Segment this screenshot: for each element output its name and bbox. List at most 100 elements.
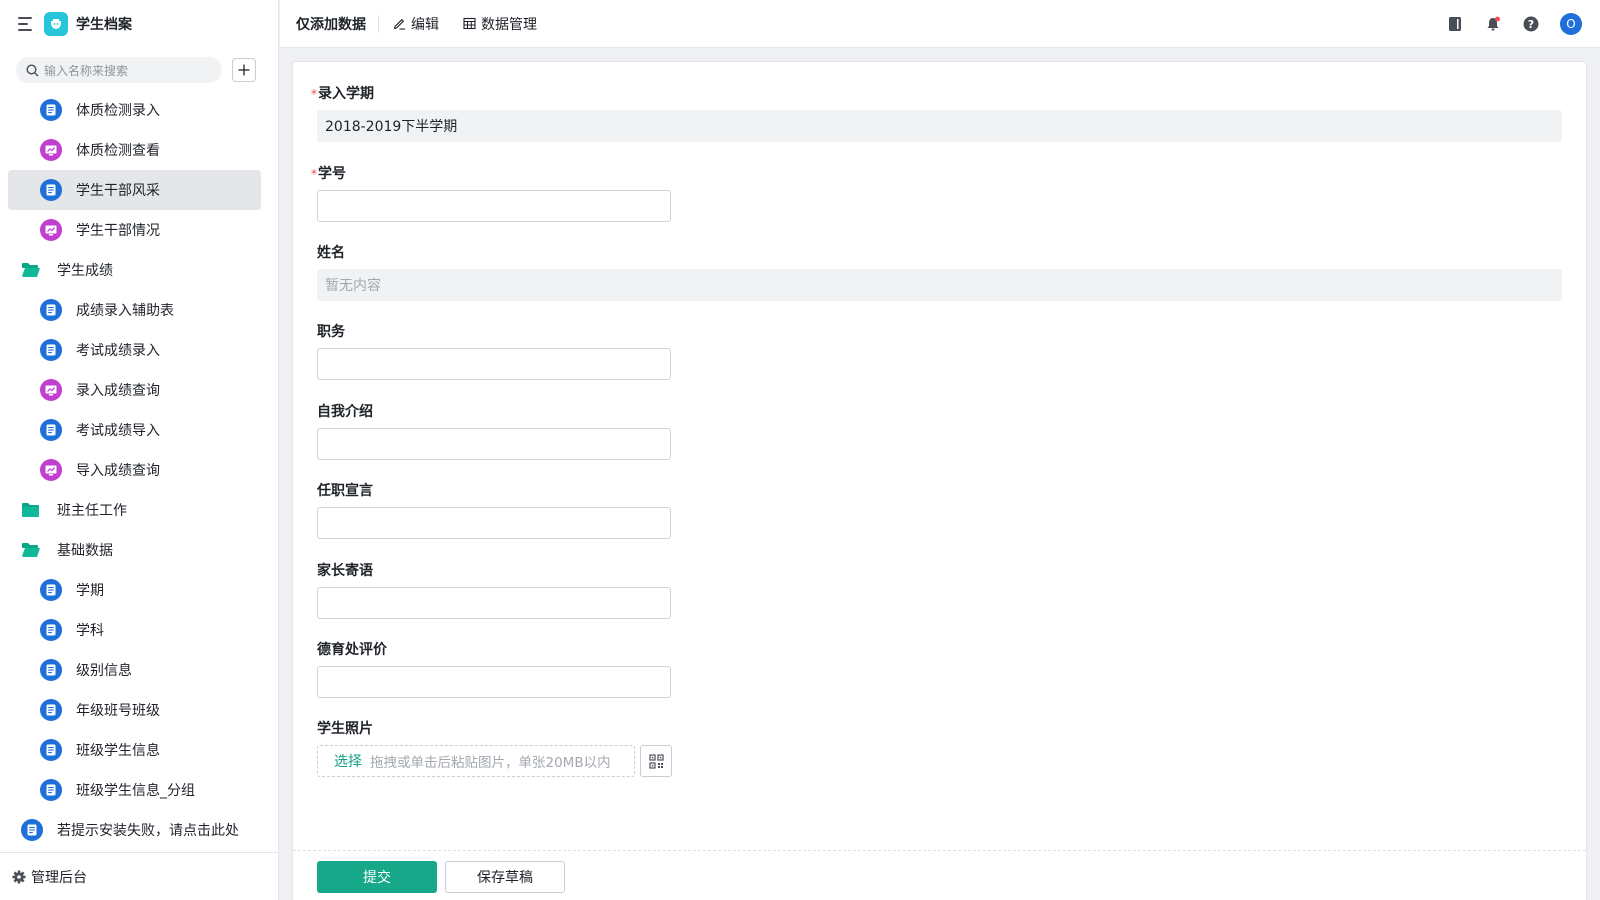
field-parent-message: 家长寄语 bbox=[317, 561, 671, 619]
sidebar-item[interactable]: 考试成绩导入 bbox=[8, 410, 261, 450]
report-icon bbox=[40, 219, 62, 241]
form-icon bbox=[40, 779, 62, 801]
toolbar-right-actions: ? O bbox=[1428, 0, 1582, 48]
sidebar-item[interactable]: 学期 bbox=[8, 570, 261, 610]
form-icon bbox=[40, 579, 62, 601]
save-draft-button[interactable]: 保存草稿 bbox=[445, 861, 565, 893]
photo-select-link[interactable]: 选择 bbox=[334, 751, 362, 771]
sidebar: 学生档案 输入名称来搜索 体质检测录入 体质检测查看 学生干部风采学生干部情况学生成… bbox=[0, 0, 279, 900]
notifications-button[interactable] bbox=[1482, 13, 1504, 35]
add-item-button[interactable] bbox=[232, 58, 256, 82]
sidebar-item-label: 学生干部风采 bbox=[76, 183, 160, 199]
sidebar-item-label: 班主任工作 bbox=[57, 503, 127, 519]
form-icon bbox=[21, 819, 43, 841]
intro-input[interactable] bbox=[317, 428, 671, 460]
search-placeholder: 输入名称来搜索 bbox=[44, 63, 129, 78]
form-icon bbox=[40, 699, 62, 721]
sidebar-item-label: 学科 bbox=[76, 623, 104, 639]
view-title: 仅添加数据 bbox=[296, 16, 366, 33]
sidebar-item-label: 考试成绩录入 bbox=[76, 343, 160, 359]
sidebar-item[interactable]: 级别信息 bbox=[8, 650, 261, 690]
bell-icon bbox=[1487, 16, 1500, 31]
sidebar-item[interactable]: 录入成绩查询 bbox=[8, 370, 261, 410]
form-icon bbox=[40, 299, 62, 321]
parent-message-label: 家长寄语 bbox=[317, 563, 373, 579]
app-logo-icon bbox=[44, 12, 68, 36]
form-icon bbox=[40, 739, 62, 761]
user-avatar[interactable]: O bbox=[1560, 13, 1582, 35]
photo-upload-dropzone[interactable]: 选择 拖拽或单击后粘贴图片，单张20MB以内 bbox=[317, 745, 635, 777]
sidebar-item-label: 体质检测查看 bbox=[76, 143, 160, 159]
sidebar-item[interactable]: 班主任工作 bbox=[8, 490, 261, 530]
help-button[interactable]: ? bbox=[1520, 13, 1542, 35]
student-id-input[interactable] bbox=[317, 190, 671, 222]
folder-open-icon bbox=[21, 542, 41, 558]
sidebar-item-label: 学生成绩 bbox=[57, 263, 113, 279]
sidebar-item[interactable]: 导入成绩查询 bbox=[8, 450, 261, 490]
sidebar-item[interactable]: 若提示安装失败，请点击此处 bbox=[8, 810, 261, 850]
form-icon bbox=[40, 99, 62, 121]
table-icon bbox=[463, 17, 476, 30]
field-declaration: 任职宣言 bbox=[317, 481, 671, 539]
folder-icon bbox=[21, 502, 41, 518]
sidebar-item[interactable]: 体质检测查看 bbox=[8, 130, 261, 170]
edit-label: 编辑 bbox=[411, 16, 439, 33]
qr-code-icon bbox=[648, 753, 664, 769]
data-manage-label: 数据管理 bbox=[481, 16, 537, 33]
report-icon bbox=[40, 459, 62, 481]
sidebar-item[interactable]: 体质检测录入 bbox=[8, 90, 261, 130]
notebook-icon bbox=[1449, 17, 1461, 31]
form-footer-divider bbox=[293, 850, 1586, 851]
required-mark: * bbox=[311, 87, 317, 101]
declaration-label: 任职宣言 bbox=[317, 483, 373, 499]
position-input[interactable] bbox=[317, 348, 671, 380]
sidebar-header: 学生档案 bbox=[0, 0, 278, 48]
sidebar-item-label: 考试成绩导入 bbox=[76, 423, 160, 439]
svg-text:?: ? bbox=[1528, 18, 1534, 31]
sidebar-search-input[interactable]: 输入名称来搜索 bbox=[16, 57, 222, 83]
sidebar-item-label: 班级学生信息_分组 bbox=[76, 783, 195, 799]
photo-label: 学生照片 bbox=[317, 721, 373, 737]
term-value: 2018-2019下半学期 bbox=[317, 110, 1562, 142]
intro-label: 自我介绍 bbox=[317, 404, 373, 420]
qr-upload-button[interactable] bbox=[640, 745, 672, 777]
sidebar-item-label: 基础数据 bbox=[57, 543, 113, 559]
sidebar-item[interactable]: 学生干部情况 bbox=[8, 210, 261, 250]
sidebar-item-label: 级别信息 bbox=[76, 663, 132, 679]
moral-review-label: 德育处评价 bbox=[317, 642, 387, 658]
sidebar-item-label: 体质检测录入 bbox=[76, 103, 160, 119]
submit-button[interactable]: 提交 bbox=[317, 861, 437, 893]
menu-toggle-icon[interactable] bbox=[18, 17, 34, 31]
sidebar-item-label: 导入成绩查询 bbox=[76, 463, 160, 479]
pencil-icon bbox=[393, 18, 405, 30]
sidebar-item[interactable]: 班级学生信息_分组 bbox=[8, 770, 261, 810]
name-value: 暂无内容 bbox=[317, 269, 1562, 301]
sidebar-item[interactable]: 年级班号班级 bbox=[8, 690, 261, 730]
sidebar-item[interactable]: 考试成绩录入 bbox=[8, 330, 261, 370]
term-label: 录入学期 bbox=[318, 86, 374, 102]
admin-console-link[interactable]: 管理后台 bbox=[0, 852, 278, 900]
data-manage-button[interactable]: 数据管理 bbox=[463, 14, 537, 34]
field-photo: 学生照片 选择 拖拽或单击后粘贴图片，单张20MB以内 bbox=[317, 719, 672, 777]
moral-review-input[interactable] bbox=[317, 666, 671, 698]
sidebar-item[interactable]: 基础数据 bbox=[8, 530, 261, 570]
notebook-button[interactable] bbox=[1444, 13, 1466, 35]
required-mark: * bbox=[311, 167, 317, 181]
sidebar-item[interactable]: 班级学生信息 bbox=[8, 730, 261, 770]
form-icon bbox=[40, 419, 62, 441]
sidebar-item[interactable]: 成绩录入辅助表 bbox=[8, 290, 261, 330]
sidebar-item[interactable]: 学科 bbox=[8, 610, 261, 650]
sidebar-search-row: 输入名称来搜索 bbox=[0, 48, 278, 83]
sidebar-item[interactable]: 学生干部风采 bbox=[8, 170, 261, 210]
edit-button[interactable]: 编辑 bbox=[393, 14, 439, 34]
name-label: 姓名 bbox=[317, 245, 345, 261]
report-icon bbox=[40, 379, 62, 401]
declaration-input[interactable] bbox=[317, 507, 671, 539]
student-id-label: 学号 bbox=[318, 166, 346, 182]
sidebar-item-label: 成绩录入辅助表 bbox=[76, 303, 174, 319]
sidebar-item[interactable]: 学生成绩 bbox=[8, 250, 261, 290]
parent-message-input[interactable] bbox=[317, 587, 671, 619]
help-icon: ? bbox=[1523, 16, 1539, 32]
sidebar-item-label: 班级学生信息 bbox=[76, 743, 160, 759]
sidebar-item-label: 年级班号班级 bbox=[76, 703, 160, 719]
